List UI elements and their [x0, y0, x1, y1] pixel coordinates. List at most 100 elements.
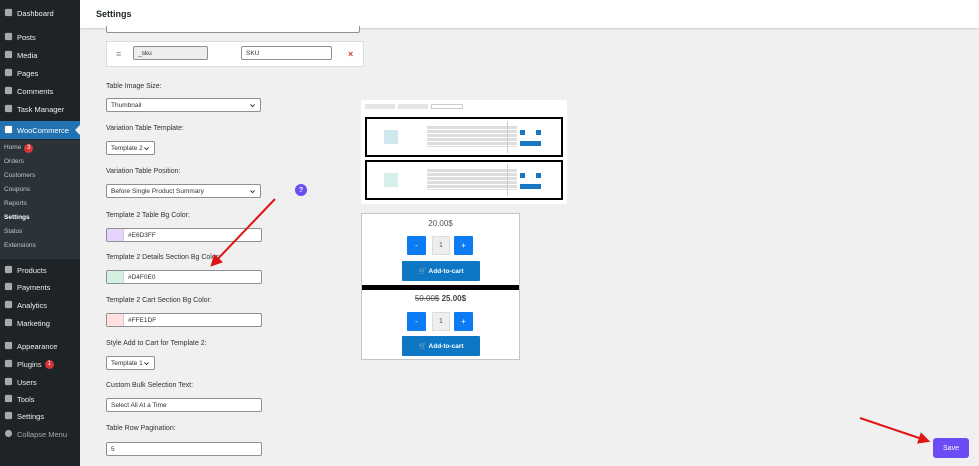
submenu-item-settings[interactable]: Settings: [4, 214, 30, 221]
brush-icon: [4, 341, 17, 352]
chart-icon: [4, 300, 17, 311]
column-label-input[interactable]: SKU: [241, 46, 332, 60]
submenu-item-extensions[interactable]: Extensions: [4, 242, 36, 249]
submenu-item-coupons[interactable]: Coupons: [4, 186, 30, 193]
current-menu-pointer: [75, 125, 80, 135]
color-swatch[interactable]: [107, 271, 124, 283]
table-bg-color-input[interactable]: #E6D3FF: [106, 228, 262, 242]
wrench-icon: [4, 394, 17, 405]
atc-style-select[interactable]: Template 1: [106, 356, 155, 370]
annotation-arrow: [859, 417, 931, 444]
collapse-icon: [4, 429, 17, 440]
plugin-icon: [4, 359, 17, 370]
submenu-item-status[interactable]: Status: [4, 228, 22, 235]
sidebar-item-products[interactable]: Products: [0, 261, 80, 279]
preview-row: [365, 117, 563, 157]
price-text: 20.00$: [428, 219, 453, 228]
sidebar-item-appearance[interactable]: Appearance: [0, 337, 80, 355]
sidebar-item-label: WooCommerce: [17, 125, 69, 135]
template-preview-table: [361, 100, 567, 204]
column-row-sku: ≡ _sku SKU ×: [106, 41, 364, 67]
bulk-text-input[interactable]: Select All At a Time: [106, 398, 262, 412]
pages-icon: [4, 68, 17, 79]
details-bg-color-label: Template 2 Details Section Bg Color:: [106, 254, 220, 261]
chevron-down-icon: [250, 104, 255, 108]
image-size-select[interactable]: Thumbnail: [106, 98, 261, 112]
sidebar-item-media[interactable]: Media: [0, 46, 80, 64]
submenu-item-customers[interactable]: Customers: [4, 172, 35, 179]
page-title: Settings: [96, 9, 132, 19]
atc-style-label: Style Add to Cart for Template 2:: [106, 340, 207, 347]
admin-sidebar: Dashboard Posts Media Pages Comments Task Man…: [0, 0, 80, 466]
sidebar-item-analytics[interactable]: Analytics: [0, 296, 80, 314]
sidebar-item-dashboard[interactable]: Dashboard: [0, 4, 80, 22]
pushpin-icon: [4, 32, 17, 43]
sidebar-item-settings[interactable]: Settings: [0, 407, 80, 425]
pagination-label: Table Row Pagination:: [106, 425, 176, 432]
dashboard-icon: [4, 8, 17, 19]
sidebar-item-woocommerce[interactable]: WooCommerce: [0, 121, 80, 139]
sidebar-item-label: Pages: [17, 68, 39, 78]
variation-template-label: Variation Table Template:: [106, 125, 184, 132]
variation-template-select[interactable]: Template 2: [106, 141, 155, 155]
sidebar-item-label: Users: [17, 377, 37, 387]
sidebar-item-marketing[interactable]: Marketing: [0, 314, 80, 332]
column-key-input[interactable]: _sku: [133, 46, 208, 60]
submenu-item-reports[interactable]: Reports: [4, 200, 27, 207]
sidebar-item-label: Comments: [17, 86, 54, 96]
bulk-text-label: Custom Bulk Selection Text:: [106, 382, 194, 389]
sidebar-item-label: Task Manager: [17, 104, 65, 114]
cart-icon: 🛒: [418, 343, 427, 350]
submenu-item-home[interactable]: Home 3: [4, 144, 34, 153]
woocommerce-submenu: Home 3 Orders Customers Coupons Reports Settin…: [0, 140, 80, 259]
submenu-item-orders[interactable]: Orders: [4, 158, 24, 165]
sidebar-item-task-manager[interactable]: Task Manager: [0, 100, 80, 118]
sidebar-item-posts[interactable]: Posts: [0, 28, 80, 46]
cart-section-preview: 20.00$ - 1 + 🛒 Add-to-cart 50.00$ 25.00$ …: [361, 213, 520, 360]
cart-icon: 🛒: [418, 268, 427, 275]
drag-handle-icon[interactable]: ≡: [116, 49, 121, 59]
cart-bg-color-input[interactable]: #FFE1DF: [106, 313, 262, 327]
divider: [362, 285, 519, 290]
qty-plus-button[interactable]: +: [454, 312, 473, 331]
qty-value[interactable]: 1: [432, 312, 450, 331]
add-to-cart-button[interactable]: 🛒 Add-to-cart: [402, 261, 480, 281]
sidebar-item-plugins[interactable]: Plugins 1: [0, 355, 80, 373]
comment-icon: [4, 86, 17, 97]
table-position-select[interactable]: Before Single Product Summary: [106, 184, 261, 198]
table-bg-color-label: Template 2 Table Bg Color:: [106, 212, 190, 219]
help-icon[interactable]: ?: [295, 184, 307, 196]
sidebar-item-comments[interactable]: Comments: [0, 82, 80, 100]
preview-toolbar: [365, 104, 465, 110]
color-swatch[interactable]: [107, 229, 124, 241]
sidebar-item-label: Analytics: [17, 300, 48, 310]
notification-badge: 1: [44, 359, 54, 369]
sidebar-item-users[interactable]: Users: [0, 373, 80, 391]
chevron-down-icon: [144, 362, 149, 366]
woocommerce-icon: [4, 125, 17, 136]
qty-minus-button[interactable]: -: [407, 312, 426, 331]
qty-plus-button[interactable]: +: [454, 236, 473, 255]
sidebar-item-label: Payments: [17, 282, 51, 292]
sidebar-item-label: Media: [17, 50, 38, 60]
sidebar-item-tools[interactable]: Tools: [0, 390, 80, 408]
price-sale: 50.00$ 25.00$: [414, 294, 467, 303]
sidebar-item-collapse-menu[interactable]: Collapse Menu: [0, 425, 80, 443]
archive-icon: [4, 265, 17, 276]
sidebar-item-pages[interactable]: Pages: [0, 64, 80, 82]
task-icon: [4, 104, 17, 115]
qty-minus-button[interactable]: -: [407, 236, 426, 255]
product-thumbnail: [384, 130, 398, 144]
chevron-down-icon: [144, 147, 149, 151]
dollar-icon: [4, 282, 17, 293]
qty-value[interactable]: 1: [432, 236, 450, 255]
product-thumbnail: [384, 173, 398, 187]
pagination-input[interactable]: 5: [106, 442, 262, 456]
add-to-cart-button[interactable]: 🛒 Add-to-cart: [402, 336, 480, 356]
remove-column-icon[interactable]: ×: [348, 49, 353, 59]
previous-field-input[interactable]: [106, 26, 360, 33]
save-button[interactable]: Save: [933, 438, 969, 458]
color-swatch[interactable]: [107, 314, 124, 326]
details-bg-color-input[interactable]: #D4F0E0: [106, 270, 262, 284]
sidebar-item-payments[interactable]: Payments: [0, 278, 80, 296]
